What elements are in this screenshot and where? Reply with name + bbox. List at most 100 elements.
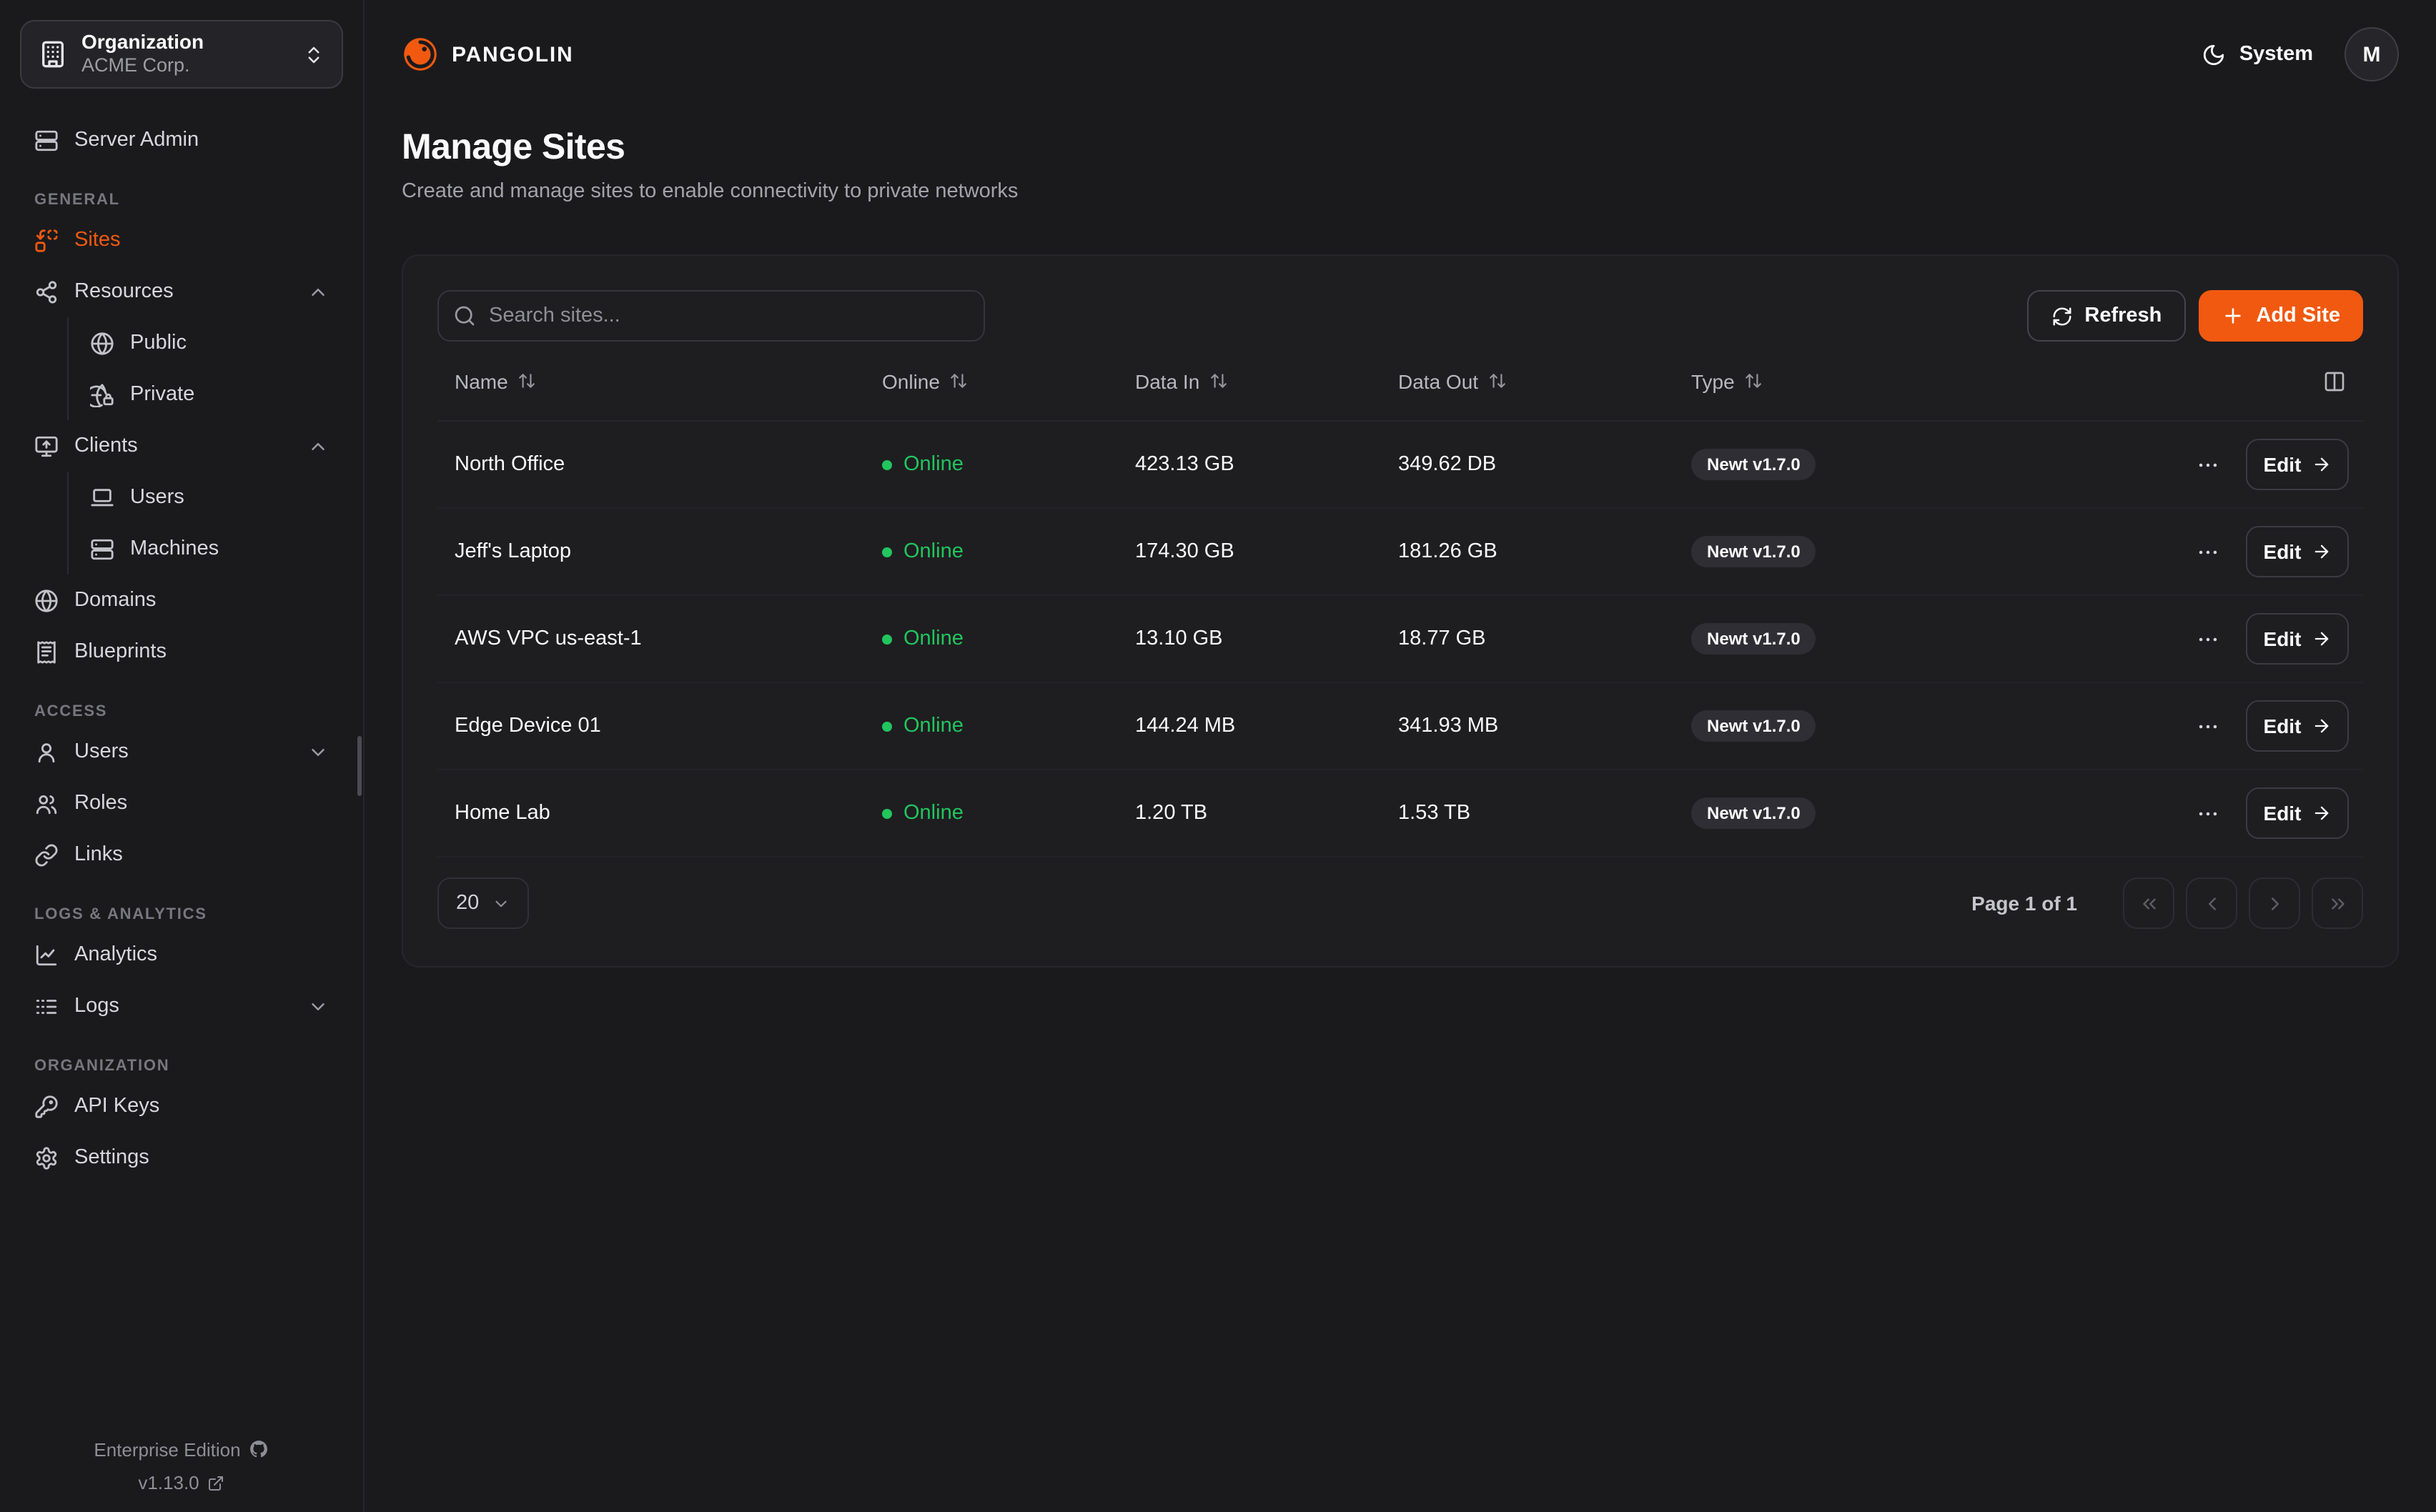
sidebar-item-api-keys[interactable]: API Keys bbox=[20, 1080, 343, 1132]
search-box bbox=[437, 290, 985, 342]
sidebar-item-label: Users bbox=[130, 486, 329, 509]
share-icon bbox=[34, 279, 59, 304]
column-header-type[interactable]: Type bbox=[1674, 369, 2020, 392]
site-type-badge: Newt v1.7.0 bbox=[1691, 536, 1816, 567]
app: Organization ACME Corp. Server Admin GEN… bbox=[0, 0, 2436, 1512]
chevron-left-icon bbox=[2201, 892, 2222, 914]
version-link[interactable]: v1.13.0 bbox=[14, 1473, 349, 1492]
chevron-down-icon bbox=[307, 741, 329, 762]
row-menu-button[interactable] bbox=[2193, 711, 2223, 741]
row-menu-button[interactable] bbox=[2193, 798, 2223, 828]
sidebar-item-machines[interactable]: Machines bbox=[69, 523, 343, 575]
add-site-button[interactable]: Add Site bbox=[2199, 290, 2363, 342]
site-type-badge: Newt v1.7.0 bbox=[1691, 449, 1816, 480]
section-label-general: GENERAL bbox=[34, 192, 329, 209]
site-name: North Office bbox=[437, 453, 865, 476]
sidebar-item-analytics[interactable]: Analytics bbox=[20, 929, 343, 980]
site-name: Home Lab bbox=[437, 802, 865, 825]
toolbar-actions: Refresh Add Site bbox=[2027, 290, 2363, 342]
column-header-data-in[interactable]: Data In bbox=[1118, 369, 1381, 392]
sidebar-item-clients[interactable]: Clients bbox=[20, 420, 343, 472]
sidebar-item-links[interactable]: Links bbox=[20, 829, 343, 880]
sidebar-item-sites[interactable]: Sites bbox=[20, 214, 343, 266]
section-label-access: ACCESS bbox=[34, 703, 329, 720]
edit-button[interactable]: Edit bbox=[2246, 439, 2349, 490]
edit-button[interactable]: Edit bbox=[2246, 700, 2349, 752]
sidebar-item-label: Domains bbox=[74, 589, 329, 612]
ellipsis-icon bbox=[2196, 801, 2220, 825]
column-visibility-button[interactable] bbox=[2323, 369, 2346, 392]
external-link-icon bbox=[208, 1474, 225, 1491]
sidebar-item-client-users[interactable]: Users bbox=[69, 472, 343, 523]
sidebar-scrollbar[interactable] bbox=[357, 736, 362, 796]
server-icon bbox=[34, 128, 59, 152]
site-data-in: 423.13 GB bbox=[1118, 453, 1381, 476]
sidebar-item-domains[interactable]: Domains bbox=[20, 575, 343, 626]
table-row: Jeff's Laptop Online 174.30 GB 181.26 GB… bbox=[437, 509, 2363, 596]
site-status: Online bbox=[865, 802, 1118, 825]
table-row: AWS VPC us-east-1 Online 13.10 GB 18.77 … bbox=[437, 596, 2363, 683]
sidebar-item-blueprints[interactable]: Blueprints bbox=[20, 626, 343, 677]
sidebar-item-server-admin[interactable]: Server Admin bbox=[20, 114, 343, 166]
sidebar-item-private[interactable]: Private bbox=[69, 369, 343, 420]
site-data-in: 144.24 MB bbox=[1118, 715, 1381, 737]
sidebar-item-logs[interactable]: Logs bbox=[20, 980, 343, 1032]
ellipsis-icon bbox=[2196, 452, 2220, 477]
row-menu-button[interactable] bbox=[2193, 449, 2223, 479]
arrow-right-icon bbox=[2311, 803, 2331, 823]
section-label-logs-analytics: LOGS & ANALYTICS bbox=[34, 906, 329, 923]
users-icon bbox=[34, 791, 59, 815]
refresh-button[interactable]: Refresh bbox=[2027, 290, 2186, 342]
avatar[interactable]: M bbox=[2345, 27, 2399, 81]
org-switcher[interactable]: Organization ACME Corp. bbox=[20, 20, 343, 89]
sidebar-item-label: Logs bbox=[74, 995, 292, 1018]
sites-icon bbox=[34, 228, 59, 252]
sidebar-item-users[interactable]: Users bbox=[20, 726, 343, 777]
sort-icon bbox=[950, 372, 969, 390]
next-page-button[interactable] bbox=[2249, 877, 2300, 929]
first-page-button[interactable] bbox=[2123, 877, 2174, 929]
sidebar-item-roles[interactable]: Roles bbox=[20, 777, 343, 829]
row-menu-button[interactable] bbox=[2193, 537, 2223, 567]
theme-toggle[interactable]: System bbox=[2202, 42, 2313, 66]
prev-page-button[interactable] bbox=[2186, 877, 2237, 929]
site-name: Jeff's Laptop bbox=[437, 540, 865, 563]
edit-button[interactable]: Edit bbox=[2246, 613, 2349, 665]
globe-icon bbox=[90, 331, 114, 355]
resources-subnav: Public Private bbox=[67, 317, 343, 420]
sidebar-item-public[interactable]: Public bbox=[69, 317, 343, 369]
online-dot-icon bbox=[882, 634, 892, 644]
last-page-button[interactable] bbox=[2312, 877, 2363, 929]
ellipsis-icon bbox=[2196, 539, 2220, 564]
arrow-right-icon bbox=[2311, 542, 2331, 562]
column-header-data-out[interactable]: Data Out bbox=[1381, 369, 1674, 392]
column-header-name[interactable]: Name bbox=[437, 369, 865, 392]
row-menu-button[interactable] bbox=[2193, 624, 2223, 654]
edit-button[interactable]: Edit bbox=[2246, 787, 2349, 839]
brand: PANGOLIN bbox=[402, 36, 574, 73]
arrow-right-icon bbox=[2311, 629, 2331, 649]
add-site-label: Add Site bbox=[2256, 304, 2340, 327]
chevron-down-icon bbox=[307, 995, 329, 1017]
sidebar-footer: Enterprise Edition v1.13.0 bbox=[0, 1425, 363, 1512]
search-input[interactable] bbox=[437, 290, 985, 342]
site-type-badge: Newt v1.7.0 bbox=[1691, 710, 1816, 742]
online-dot-icon bbox=[882, 808, 892, 818]
ellipsis-icon bbox=[2196, 627, 2220, 651]
site-data-in: 1.20 TB bbox=[1118, 802, 1381, 825]
arrow-right-icon bbox=[2311, 454, 2331, 474]
sidebar-item-settings[interactable]: Settings bbox=[20, 1132, 343, 1183]
main-content: PANGOLIN System M Manage Sites Create an… bbox=[365, 0, 2436, 1512]
sidebar-item-label: Machines bbox=[130, 537, 329, 560]
chart-line-icon bbox=[34, 942, 59, 967]
site-status: Online bbox=[865, 453, 1118, 476]
edit-button[interactable]: Edit bbox=[2246, 526, 2349, 577]
sidebar-item-resources[interactable]: Resources bbox=[20, 266, 343, 317]
page-size-select[interactable]: 20 bbox=[437, 877, 529, 929]
table-row: North Office Online 423.13 GB 349.62 DB … bbox=[437, 422, 2363, 509]
org-switcher-label: Organization bbox=[81, 30, 289, 55]
column-header-online[interactable]: Online bbox=[865, 369, 1118, 392]
site-type-badge: Newt v1.7.0 bbox=[1691, 623, 1816, 655]
edition-link[interactable]: Enterprise Edition bbox=[14, 1439, 349, 1459]
site-status: Online bbox=[865, 540, 1118, 563]
